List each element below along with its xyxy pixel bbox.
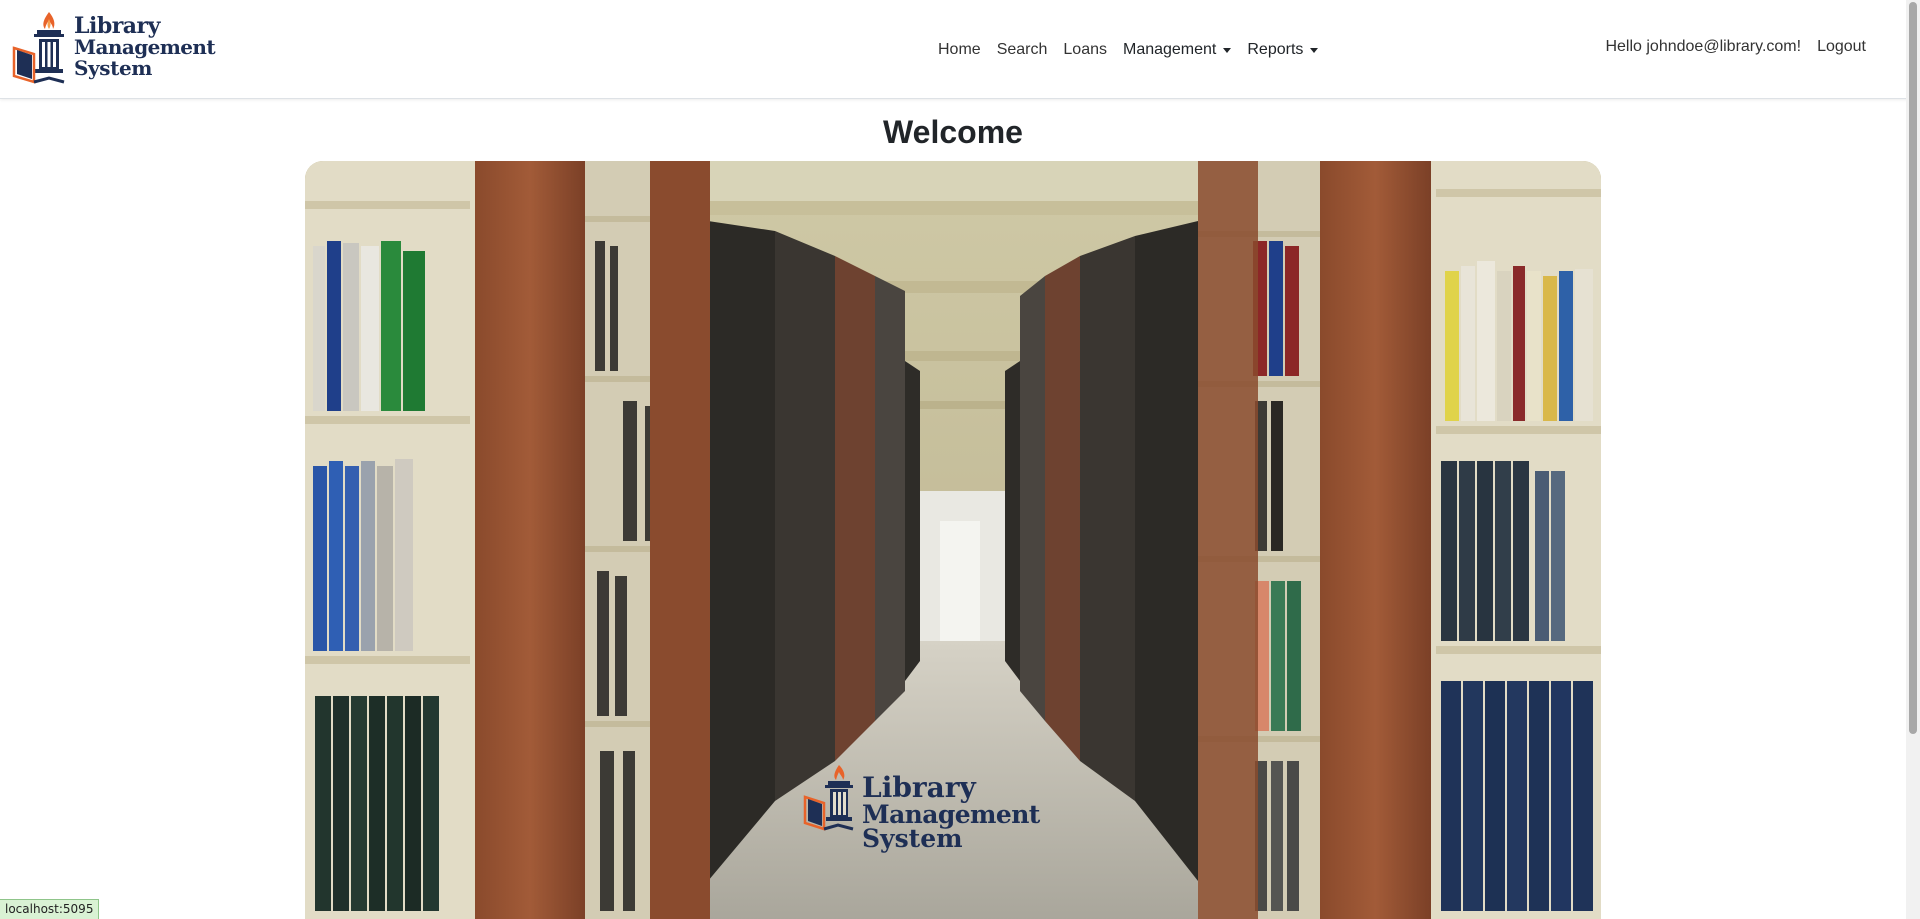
torch-column-book-icon [12, 12, 65, 84]
brand-line-1: Library [74, 13, 160, 39]
management-dropdown[interactable]: Management [1122, 41, 1232, 59]
nav-search-link[interactable]: Search [997, 41, 1048, 59]
page-title: Welcome [883, 114, 1023, 150]
page-scrollbar[interactable] [1906, 0, 1920, 919]
caret-down-icon [1223, 48, 1232, 53]
scrollbar-thumb[interactable] [1909, 2, 1917, 734]
user-greeting-link[interactable]: Hello johndoe@library.com! [1605, 38, 1801, 56]
main-nav: Home Search Loans Management Reports [938, 38, 1334, 62]
hero-logo-line-3: System [862, 824, 963, 853]
reports-dropdown[interactable]: Reports [1247, 41, 1319, 59]
logout-button[interactable]: Logout [1817, 38, 1866, 56]
caret-down-icon [1310, 48, 1319, 53]
reports-dropdown-label: Reports [1247, 41, 1304, 58]
brand-name: Library Management System [74, 13, 216, 80]
hero-image: Library Management System [305, 161, 1601, 919]
management-dropdown-label: Management [1122, 41, 1217, 58]
top-navbar: Library Management System Home Search Lo… [0, 0, 1920, 99]
user-nav: Hello johndoe@library.com! Logout [1605, 38, 1866, 56]
brand-line-3: System [74, 56, 153, 80]
nav-home-link[interactable]: Home [938, 41, 981, 59]
library-aisle-photo: Library Management System [305, 161, 1601, 919]
brand-line-2: Management [74, 35, 216, 59]
nav-loans-link[interactable]: Loans [1063, 41, 1107, 59]
status-url-tooltip: localhost:5095 [0, 899, 100, 919]
brand-logo-link[interactable]: Library Management System [12, 12, 216, 86]
